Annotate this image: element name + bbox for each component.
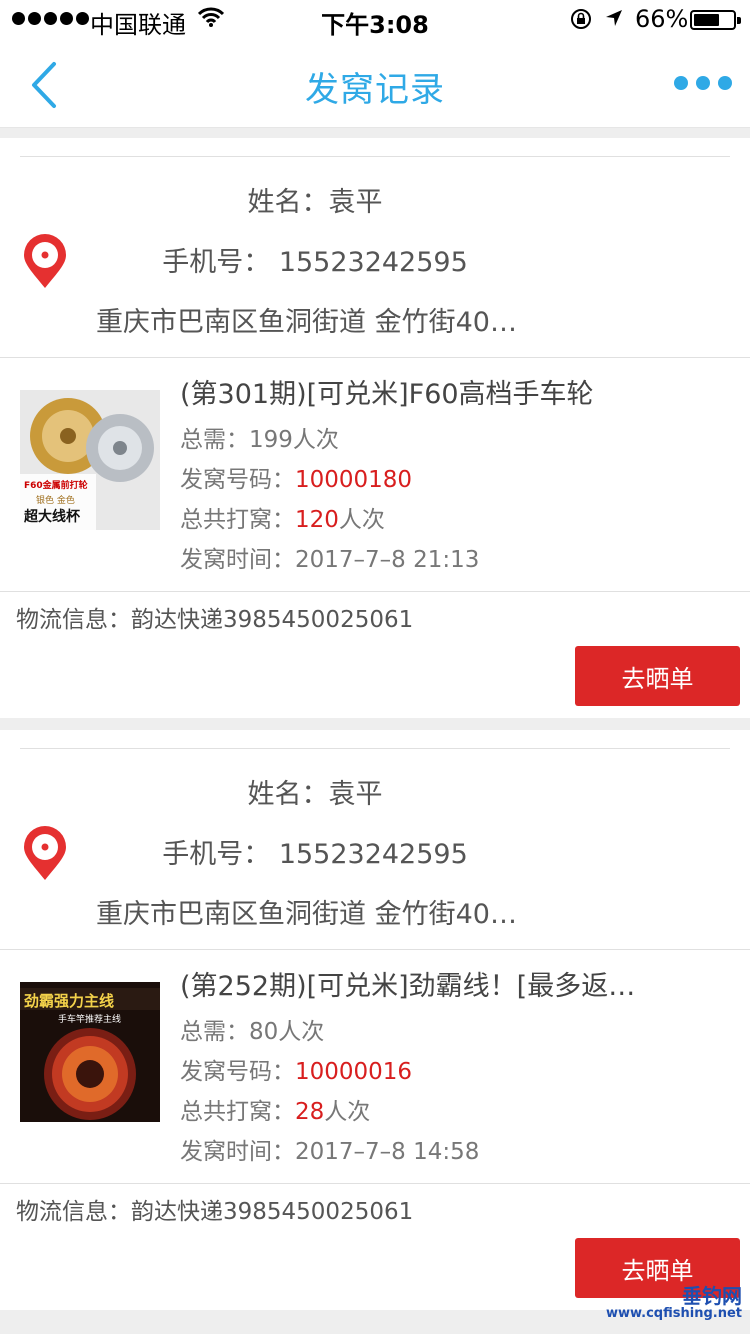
- site-watermark: 垂钓网 www.cqfishing.net: [592, 1280, 742, 1328]
- played-count: 28: [295, 1099, 325, 1125]
- total-value: 80人次: [249, 1019, 325, 1045]
- total-played-row: 总共打窝：28人次: [180, 1092, 370, 1126]
- winning-code-row: 发窝号码：10000180: [180, 460, 412, 494]
- total-required-row: 总需：80人次: [180, 1012, 324, 1046]
- total-label: 总需：: [180, 1019, 249, 1045]
- thumbnail-caption-3: 超大线杯: [23, 508, 81, 525]
- product-thumbnail[interactable]: F60金属前打轮 银色 金色 超大线杯: [20, 390, 160, 530]
- phone-label: 手机号：: [162, 839, 271, 870]
- product-title[interactable]: (第252期)[可兑米]劲霸线！[最多返…: [180, 964, 635, 1003]
- total-played-row: 总共打窝：120人次: [180, 500, 385, 534]
- recipient-name-row: 姓名：袁平: [0, 772, 630, 811]
- time-label: 发窝时间：: [180, 547, 295, 573]
- played-label: 总共打窝：: [180, 507, 295, 533]
- winning-code: 10000180: [295, 467, 413, 493]
- logistics-info: 物流信息：韵达快递3985450025061: [16, 1199, 414, 1225]
- recipient-name: 袁平: [328, 187, 383, 218]
- record-card: 姓名：袁平 手机号： 15523242595 重庆市巴南区鱼洞街道 金竹街40……: [0, 156, 750, 718]
- product-title[interactable]: (第301期)[可兑米]F60高档手车轮: [180, 372, 594, 411]
- section-divider: [0, 718, 750, 730]
- thumbnail-caption-2: 手车竿推荐主线: [58, 1013, 121, 1025]
- divider: [0, 1183, 750, 1184]
- watermark-url: www.cqfishing.net: [605, 1306, 742, 1321]
- divider: [0, 357, 750, 358]
- recipient-address: 重庆市巴南区鱼洞街道 金竹街40…: [96, 899, 517, 930]
- thumbnail-caption-1: F60金属前打轮: [24, 479, 88, 491]
- recipient-phone: 15523242595: [278, 839, 468, 870]
- total-label: 总需：: [180, 427, 249, 453]
- thumbnail-caption-2: 银色 金色: [36, 494, 75, 506]
- logistics-info: 物流信息：韵达快递3985450025061: [16, 607, 414, 633]
- draw-time: 2017–7–8 14:58: [295, 1139, 480, 1165]
- divider: [0, 949, 750, 950]
- status-bar: 中国联通 下午3:08 66%: [0, 0, 750, 40]
- played-count: 120: [295, 507, 339, 533]
- location-arrow-icon: [606, 10, 622, 26]
- section-divider: [0, 128, 750, 138]
- name-label: 姓名：: [247, 779, 329, 810]
- played-label: 总共打窝：: [180, 1099, 295, 1125]
- recipient-address: 重庆市巴南区鱼洞街道 金竹街40…: [96, 307, 517, 338]
- draw-time-row: 发窝时间：2017–7–8 21:13: [180, 540, 479, 574]
- code-label: 发窝号码：: [180, 1059, 295, 1085]
- thumbnail-caption-1: 劲霸强力主线: [24, 992, 114, 1010]
- record-card: 姓名：袁平 手机号： 15523242595 重庆市巴南区鱼洞街道 金竹街40……: [0, 748, 750, 1310]
- played-unit: 人次: [324, 1099, 371, 1125]
- draw-time-row: 发窝时间：2017–7–8 14:58: [180, 1132, 479, 1166]
- page-title: 发窝记录: [305, 70, 445, 110]
- code-label: 发窝号码：: [180, 467, 295, 493]
- recipient-phone-row: 手机号： 15523242595: [0, 240, 630, 279]
- total-value: 199人次: [249, 427, 339, 453]
- recipient-name: 袁平: [328, 779, 383, 810]
- total-required-row: 总需：199人次: [180, 420, 339, 454]
- winning-code-row: 发窝号码：10000016: [180, 1052, 412, 1086]
- time-label: 发窝时间：: [180, 1139, 295, 1165]
- share-order-button[interactable]: 去晒单: [575, 646, 740, 706]
- winning-code: 10000016: [295, 1059, 413, 1085]
- battery-percentage: 66%: [635, 5, 689, 33]
- more-options-icon[interactable]: [674, 76, 732, 90]
- recipient-phone: 15523242595: [278, 247, 468, 278]
- rotation-lock-icon: [571, 9, 591, 29]
- navigation-bar: 发窝记录: [0, 40, 750, 128]
- card-top-line: [20, 748, 730, 749]
- draw-time: 2017–7–8 21:13: [295, 547, 480, 573]
- product-thumbnail[interactable]: 劲霸强力主线 手车竿推荐主线: [20, 982, 160, 1122]
- card-top-line: [20, 156, 730, 157]
- played-unit: 人次: [338, 507, 385, 533]
- recipient-phone-row: 手机号： 15523242595: [0, 832, 630, 871]
- watermark-logo-text: 垂钓网: [682, 1284, 742, 1308]
- phone-label: 手机号：: [162, 247, 271, 278]
- recipient-name-row: 姓名：袁平: [0, 180, 630, 219]
- name-label: 姓名：: [247, 187, 329, 218]
- divider: [0, 591, 750, 592]
- battery-icon: [690, 10, 741, 30]
